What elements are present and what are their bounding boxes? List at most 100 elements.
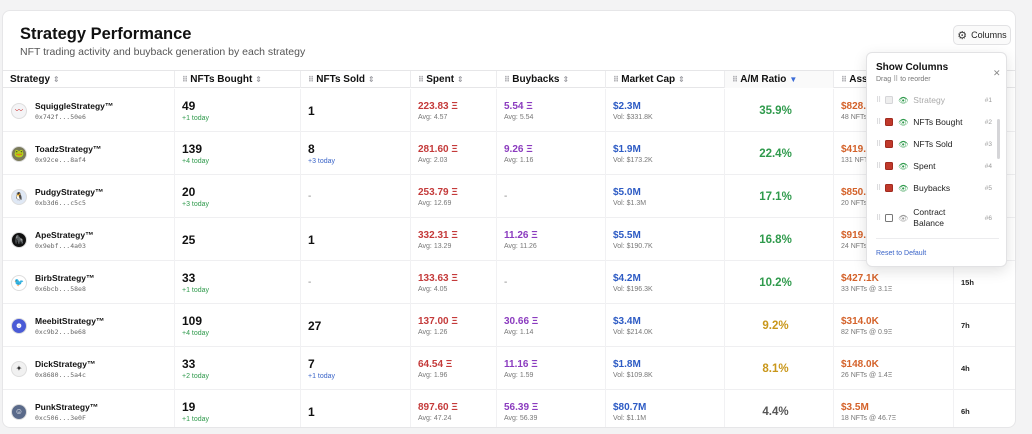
buybacks-cell: 5.54 Ξ Avg: 5.54 [496,89,605,132]
column-toggle-contract-balance[interactable]: ⠿ 👁 Contract Balance #6 [876,206,992,230]
strategy-cell[interactable]: 🐸 ToadzStrategy™ 0x92ce...8af4 [3,132,174,175]
drag-handle-icon[interactable]: ⠿ [418,75,424,84]
nfts-sold-value: 8 [308,142,315,156]
strategy-address: 0xb3d6...c5c5 [35,198,86,207]
column-toggle-buybacks[interactable]: ⠿ 👁 Buybacks #5 [876,181,992,195]
assets-cell: $3.5M 18 NFTs @ 46.7Ξ [833,390,953,427]
close-icon[interactable]: ✕ [993,68,1001,79]
sort-icon[interactable]: ⇕ [678,75,685,84]
sort-icon[interactable]: ⇕ [457,75,464,84]
drag-handle-icon[interactable]: ⠿ [613,75,619,84]
sort-icon[interactable]: ⇕ [563,75,570,84]
strategy-name[interactable]: ToadzStrategy™ [35,144,101,154]
today-delta: +4 today [182,330,210,337]
strategy-name[interactable]: PunkStrategy™ [35,402,98,412]
sort-icon[interactable]: ⇕ [255,75,262,84]
buyback-value: 11.26 Ξ [504,229,538,241]
table-row[interactable]: 〰 SquiggleStrategy™ 0x742f...50e6 49 +1 … [3,89,1015,132]
strategy-cell[interactable]: ☻ MeebitStrategy™ 0xc9b2...be68 [3,304,174,347]
checkbox[interactable] [885,118,894,126]
nfts-bought-cell: 49 +1 today [174,89,300,132]
strategy-cell[interactable]: ✦ DickStrategy™ 0x8680...5a4c [3,347,174,390]
spent-cell: 897.60 Ξ Avg: 47.24 [410,390,496,427]
table-row[interactable]: 🐸 ToadzStrategy™ 0x92ce...8af4 139 +4 to… [3,132,1015,175]
am-ratio-value: 10.2% [759,276,792,289]
drag-handle-icon[interactable]: ⠿ [876,140,881,148]
spent-avg: Avg: 47.24 [418,414,452,422]
column-order-number: #6 [984,214,992,222]
am-ratio-value: 22.4% [759,147,792,160]
buybacks-cell: - [496,261,605,304]
buybacks-cell: 30.66 Ξ Avg: 1.14 [496,304,605,347]
am-ratio-cell: 16.8% [724,218,833,261]
market-cap-cell: $4.2M Vol: $196.3K [605,261,724,304]
column-order-number: #1 [984,96,992,104]
column-toggle-spent[interactable]: ⠿ 👁 Spent #4 [876,159,992,173]
col-header-strategy[interactable]: Strategy ⇕ [3,71,174,88]
table-row[interactable]: ✦ DickStrategy™ 0x8680...5a4c 33 +2 toda… [3,347,1015,390]
eye-icon: 👁 [898,117,909,127]
avatar: ☻ [11,317,27,334]
drag-handle-icon[interactable]: ⠿ [732,75,738,84]
table-row[interactable]: ☺ PunkStrategy™ 0xc506...3e0F 19 +1 toda… [3,390,1015,427]
table-row[interactable]: 🐧 PudgyStrategy™ 0xb3d6...c5c5 20 +3 tod… [3,175,1015,218]
checkbox[interactable] [885,140,894,148]
drag-handle-icon[interactable]: ⠿ [876,184,881,192]
col-header-nfts-bought[interactable]: ⠿ NFTs Bought ⇕ [174,71,300,88]
avatar: ✦ [11,360,27,377]
drag-handle-icon[interactable]: ⠿ [182,75,188,84]
page-title: Strategy Performance [20,25,192,43]
col-header-spent[interactable]: ⠿ Spent ⇕ [410,71,496,88]
sort-desc-icon[interactable]: ▼ [789,75,797,84]
strategy-name[interactable]: BirbStrategy™ [35,273,95,283]
table-row[interactable]: ☻ MeebitStrategy™ 0xc9b2...be68 109 +4 t… [3,304,1015,347]
drag-handle-icon[interactable]: ⠿ [308,75,314,84]
drag-handle-icon[interactable]: ⠿ [841,75,847,84]
strategy-address: 0xc9b2...be68 [35,327,86,336]
col-header-nfts-sold[interactable]: ⠿ NFTs Sold ⇕ [300,71,410,88]
drag-handle-icon[interactable]: ⠿ [876,118,881,126]
strategy-cell[interactable]: 🐧 PudgyStrategy™ 0xb3d6...c5c5 [3,175,174,218]
strategy-cell[interactable]: 🦍 ApeStrategy™ 0x9ebf...4a03 [3,218,174,261]
reset-to-default-link[interactable]: Reset to Default [876,250,926,257]
show-columns-panel: Show Columns Drag ⠿ to reorder ✕ ⠿ 👁 Str… [866,52,1007,267]
nfts-bought-cell: 109 +4 today [174,304,300,347]
columns-button[interactable]: ⚙ Columns [953,25,1011,45]
nfts-bought-value: 25 [182,232,196,247]
strategy-name[interactable]: ApeStrategy™ [35,230,94,240]
spent-avg: Avg: 12.69 [418,199,452,207]
strategy-name[interactable]: DickStrategy™ [35,359,95,369]
strategy-cell[interactable]: 〰 SquiggleStrategy™ 0x742f...50e6 [3,89,174,132]
checkbox[interactable] [885,184,894,192]
column-toggle-nfts-bought[interactable]: ⠿ 👁 NFTs Bought #2 [876,115,992,129]
today-delta: +2 today [182,373,210,380]
nfts-bought-value: 20 [182,185,196,199]
col-header-buybacks[interactable]: ⠿ Buybacks ⇕ [496,71,605,88]
assets-value: $314.0K [841,315,879,327]
table-row[interactable]: 🐦 BirbStrategy™ 0x6bcb...58e8 33 +1 toda… [3,261,1015,304]
column-toggle-nfts-sold[interactable]: ⠿ 👁 NFTs Sold #3 [876,137,992,151]
strategy-cell[interactable]: 🐦 BirbStrategy™ 0x6bcb...58e8 [3,261,174,304]
panel-scrollbar[interactable] [997,119,1000,159]
strategy-name[interactable]: SquiggleStrategy™ [35,101,113,111]
am-ratio-cell: 8.1% [724,347,833,390]
table-row[interactable]: 🦍 ApeStrategy™ 0x9ebf...4a03 25 1 332.31… [3,218,1015,261]
col-header-market-cap[interactable]: ⠿ Market Cap ⇕ [605,71,724,88]
drag-handle-icon[interactable]: ⠿ [876,214,881,222]
sort-icon[interactable]: ⇕ [53,75,60,84]
drag-handle-icon[interactable]: ⠿ [504,75,510,84]
assets-cell: $148.0K 26 NFTs @ 1.4Ξ [833,347,953,390]
strategy-name[interactable]: PudgyStrategy™ [35,187,104,197]
strategy-cell[interactable]: ☺ PunkStrategy™ 0xc506...3e0F [3,390,174,427]
sort-icon[interactable]: ⇕ [368,75,375,84]
checkbox[interactable] [885,214,894,222]
panel-subtitle: Drag ⠿ to reorder [876,76,931,83]
spent-avg: Avg: 4.57 [418,113,448,121]
today-delta: +4 today [182,158,210,165]
checkbox[interactable] [885,162,894,170]
col-header-am-ratio[interactable]: ⠿ A/M Ratio ▼ [724,71,833,88]
strategy-name[interactable]: MeebitStrategy™ [35,316,104,326]
drag-handle-icon[interactable]: ⠿ [876,162,881,170]
avatar: 🐧 [11,188,27,205]
column-toggle-label: NFTs Sold [913,139,953,149]
